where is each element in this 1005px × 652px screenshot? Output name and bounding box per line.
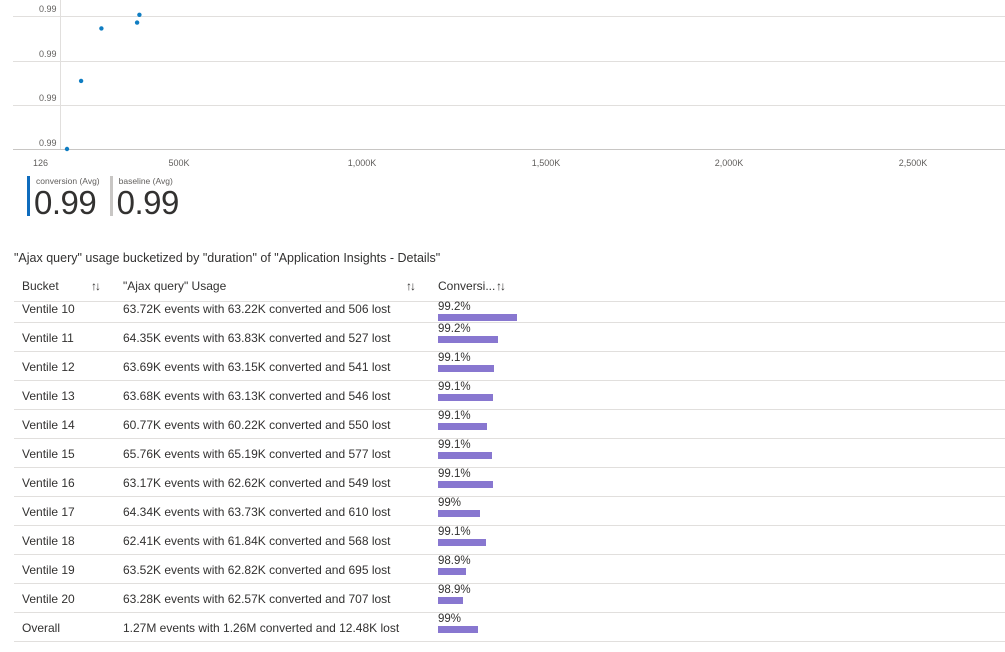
cell-usage: 64.34K events with 63.73K converted and …: [123, 505, 391, 519]
y-tick-label: 0.99: [39, 49, 57, 59]
x-tick-label: 500K: [168, 158, 189, 168]
sort-conversion-icon[interactable]: ↑↓: [496, 279, 506, 293]
x-tick-label: 2,000K: [715, 158, 744, 168]
cell-usage: 63.52K events with 62.82K converted and …: [123, 563, 391, 577]
conversion-bar: [438, 394, 493, 401]
cell-conversion-pct: 99.2%: [438, 301, 471, 313]
cell-bucket: Ventile 17: [22, 505, 75, 519]
cell-bucket: Overall: [22, 621, 61, 635]
conversion-bar: [438, 336, 499, 343]
cell-conversion-pct: 99.1%: [438, 352, 471, 364]
cell-bucket: Ventile 20: [22, 592, 75, 606]
cell-conversion-pct: 99.2%: [438, 323, 471, 335]
cell-usage: 64.35K events with 63.83K converted and …: [123, 331, 391, 345]
table-row[interactable]: Ventile 18 62.41K events with 61.84K conv…: [14, 526, 1005, 555]
x-tick-label: 1,500K: [532, 158, 561, 168]
conversion-bar: [438, 539, 487, 546]
cell-bucket: Ventile 14: [22, 418, 75, 432]
usage-table: Bucket ↑↓ "Ajax query" Usage ↑↓ Conversi…: [14, 274, 1005, 642]
column-header-conversion[interactable]: Conversi...: [438, 279, 495, 293]
cell-bucket: Ventile 10: [22, 302, 75, 316]
scatter-point: [137, 12, 142, 17]
table-body: Ventile 10 63.72K events with 63.22K conv…: [14, 301, 1005, 642]
sort-bucket-icon[interactable]: ↑↓: [91, 279, 101, 293]
table-row[interactable]: Ventile 17 64.34K events with 63.73K conv…: [14, 497, 1005, 526]
conversion-bar: [438, 365, 494, 372]
table-row[interactable]: Ventile 13 63.68K events with 63.13K conv…: [14, 381, 1005, 410]
chart-legend: conversion (Avg) 0.99 baseline (Avg) 0.9…: [27, 176, 179, 220]
cell-usage: 63.28K events with 62.57K converted and …: [123, 592, 391, 606]
table-row[interactable]: Overall 1.27M events with 1.26M converted…: [14, 613, 1005, 642]
y-tick-label: 0.99: [39, 93, 57, 103]
column-header-bucket[interactable]: Bucket: [22, 279, 59, 293]
cell-usage: 63.17K events with 62.62K converted and …: [123, 476, 391, 490]
column-header-usage[interactable]: "Ajax query" Usage: [123, 279, 226, 293]
conversion-bar: [438, 568, 466, 575]
x-tick-label: 2,500K: [899, 158, 928, 168]
legend-color-bar: [27, 176, 30, 216]
y-tick-label: 0.99: [39, 138, 57, 148]
y-tick-label: 0.99: [39, 4, 57, 14]
x-tick-label: 126: [33, 158, 48, 168]
cell-conversion-pct: 99.1%: [438, 526, 471, 538]
scatter-chart: 0.99 0.99 0.99 0.99 126 500K 1,000K 1,500K 2,000…: [0, 0, 1005, 172]
cell-usage: 63.69K events with 63.15K converted and …: [123, 360, 391, 374]
cell-conversion-pct: 99.1%: [438, 439, 471, 451]
conversion-bar: [438, 597, 464, 604]
table-row[interactable]: Ventile 11 64.35K events with 63.83K conv…: [14, 323, 1005, 352]
legend-metric-baseline[interactable]: baseline (Avg) 0.99: [109, 176, 180, 221]
cell-conversion-pct: 98.9%: [438, 584, 471, 596]
table-title: "Ajax query" usage bucketized by "durati…: [14, 251, 441, 265]
cell-bucket: Ventile 16: [22, 476, 75, 490]
conversion-bar: [438, 510, 480, 517]
legend-value: 0.99: [116, 184, 180, 221]
scatter-point: [78, 78, 84, 84]
table-row[interactable]: Ventile 20 63.28K events with 62.57K conv…: [14, 584, 1005, 613]
table-row[interactable]: Ventile 12 63.69K events with 63.15K conv…: [14, 352, 1005, 381]
cell-usage: 63.72K events with 63.22K converted and …: [123, 302, 391, 316]
table-header: Bucket ↑↓ "Ajax query" Usage ↑↓ Conversi…: [14, 274, 1005, 301]
cell-bucket: Ventile 19: [22, 563, 75, 577]
conversion-bar: [438, 314, 517, 321]
cell-conversion-pct: 99.1%: [438, 468, 471, 480]
table-row[interactable]: Ventile 14 60.77K events with 60.22K conv…: [14, 410, 1005, 439]
table-row[interactable]: Ventile 19 63.52K events with 62.82K conv…: [14, 555, 1005, 584]
cell-conversion-pct: 99.1%: [438, 381, 471, 393]
scatter-point: [134, 20, 140, 25]
cell-bucket: Ventile 15: [22, 447, 75, 461]
cell-bucket: Ventile 18: [22, 534, 75, 548]
conversion-bar: [438, 423, 488, 430]
conversion-bar: [438, 626, 478, 633]
cell-bucket: Ventile 13: [22, 389, 75, 403]
conversion-bar: [438, 452, 492, 459]
table-row[interactable]: Ventile 10 63.72K events with 63.22K conv…: [14, 301, 1005, 323]
cell-conversion-pct: 99%: [438, 613, 462, 625]
x-tick-label: 1,000K: [348, 158, 377, 168]
cell-usage: 62.41K events with 61.84K converted and …: [123, 534, 391, 548]
cell-usage: 1.27M events with 1.26M converted and 12…: [123, 621, 400, 635]
cell-conversion-pct: 99%: [438, 497, 462, 509]
scatter-chart-svg: 0.99 0.99 0.99 0.99 126 500K 1,000K 1,500K 2,000…: [13, 0, 1005, 168]
legend-color-bar: [109, 176, 113, 216]
legend-value: 0.99: [34, 184, 97, 221]
sort-usage-icon[interactable]: ↑↓: [406, 279, 416, 293]
cell-usage: 63.68K events with 63.13K converted and …: [123, 389, 391, 403]
cell-bucket: Ventile 11: [22, 331, 74, 345]
scatter-point: [99, 26, 104, 31]
legend-metric-conversion[interactable]: conversion (Avg) 0.99: [27, 176, 100, 220]
table-row[interactable]: Ventile 15 65.76K events with 65.19K conv…: [14, 439, 1005, 468]
scatter-point: [64, 146, 70, 152]
cell-conversion-pct: 98.9%: [438, 555, 471, 567]
table-row[interactable]: Ventile 16 63.17K events with 62.62K conv…: [14, 468, 1005, 497]
cell-usage: 60.77K events with 60.22K converted and …: [123, 418, 391, 432]
conversion-bar: [438, 481, 493, 488]
cell-bucket: Ventile 12: [22, 360, 75, 374]
cell-usage: 65.76K events with 65.19K converted and …: [123, 447, 391, 461]
cell-conversion-pct: 99.1%: [438, 410, 471, 422]
